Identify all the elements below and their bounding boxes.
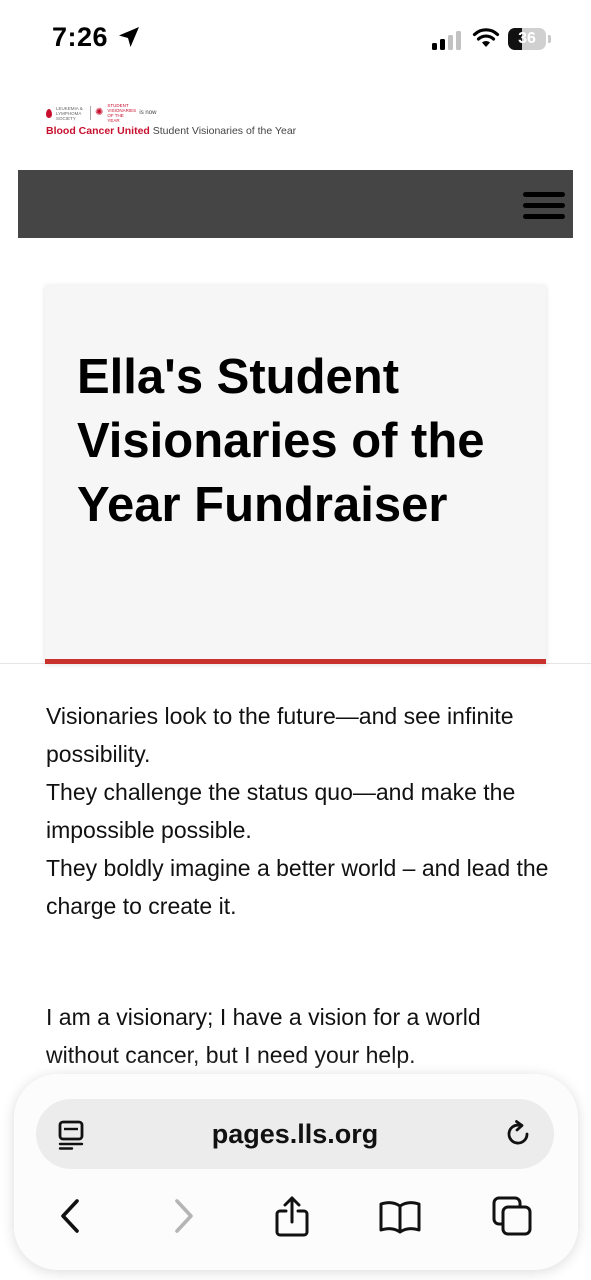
site-logo[interactable]: LEUKEMIA & LYMPHOMA SOCIETY ✺ STUDENT VI… [46,103,326,144]
page-title: Ella's Student Visionaries of the Year F… [77,350,485,532]
lls-logo-text: LEUKEMIA & LYMPHOMA SOCIETY [56,105,83,121]
browser-toolbar: pages.lls.org [14,1074,578,1270]
intro-line-2: They challenge the status quo—and make t… [46,779,516,843]
site-nav-bar [18,170,573,238]
lls-drop-icon [46,108,52,118]
brand-name: Blood Cancer United [46,125,150,137]
back-button[interactable] [46,1192,94,1240]
intro-line-3: They boldly imagine a better world – and… [46,855,549,919]
forward-icon [175,1199,193,1233]
reload-icon[interactable] [504,1120,532,1148]
is-now-text: is now [139,110,157,116]
hamburger-menu-icon[interactable] [523,192,565,224]
title-card-accent-bar [45,659,546,664]
back-icon [61,1199,79,1233]
forward-button[interactable] [160,1192,208,1240]
share-icon [275,1196,309,1237]
tabs-button[interactable] [488,1192,536,1240]
status-time: 7:26 [52,22,109,52]
svoy-burst-icon: ✺ [95,107,104,118]
tabs-icon [492,1196,532,1236]
page-content: Visionaries look to the future—and see i… [46,697,551,1074]
address-bar[interactable]: pages.lls.org [36,1099,554,1169]
location-arrow-icon [119,27,139,47]
program-name: Student Visionaries of the Year [152,125,297,137]
bookmarks-icon [379,1201,421,1234]
bookmarks-button[interactable] [376,1192,424,1240]
intro-line-1: Visionaries look to the future—and see i… [46,703,514,767]
cellular-signal-icon [432,31,461,50]
share-button[interactable] [268,1192,316,1240]
wifi-icon [472,28,500,47]
battery-level-text: 36 [518,30,536,47]
reader-icon[interactable] [58,1120,84,1150]
url-text: pages.lls.org [211,1119,379,1149]
svoy-logo-text: STUDENT VISIONARIES OF THE YEAR [107,103,137,123]
title-card: Ella's Student Visionaries of the Year F… [45,285,546,664]
status-bar: 7:26 36 [0,0,591,80]
